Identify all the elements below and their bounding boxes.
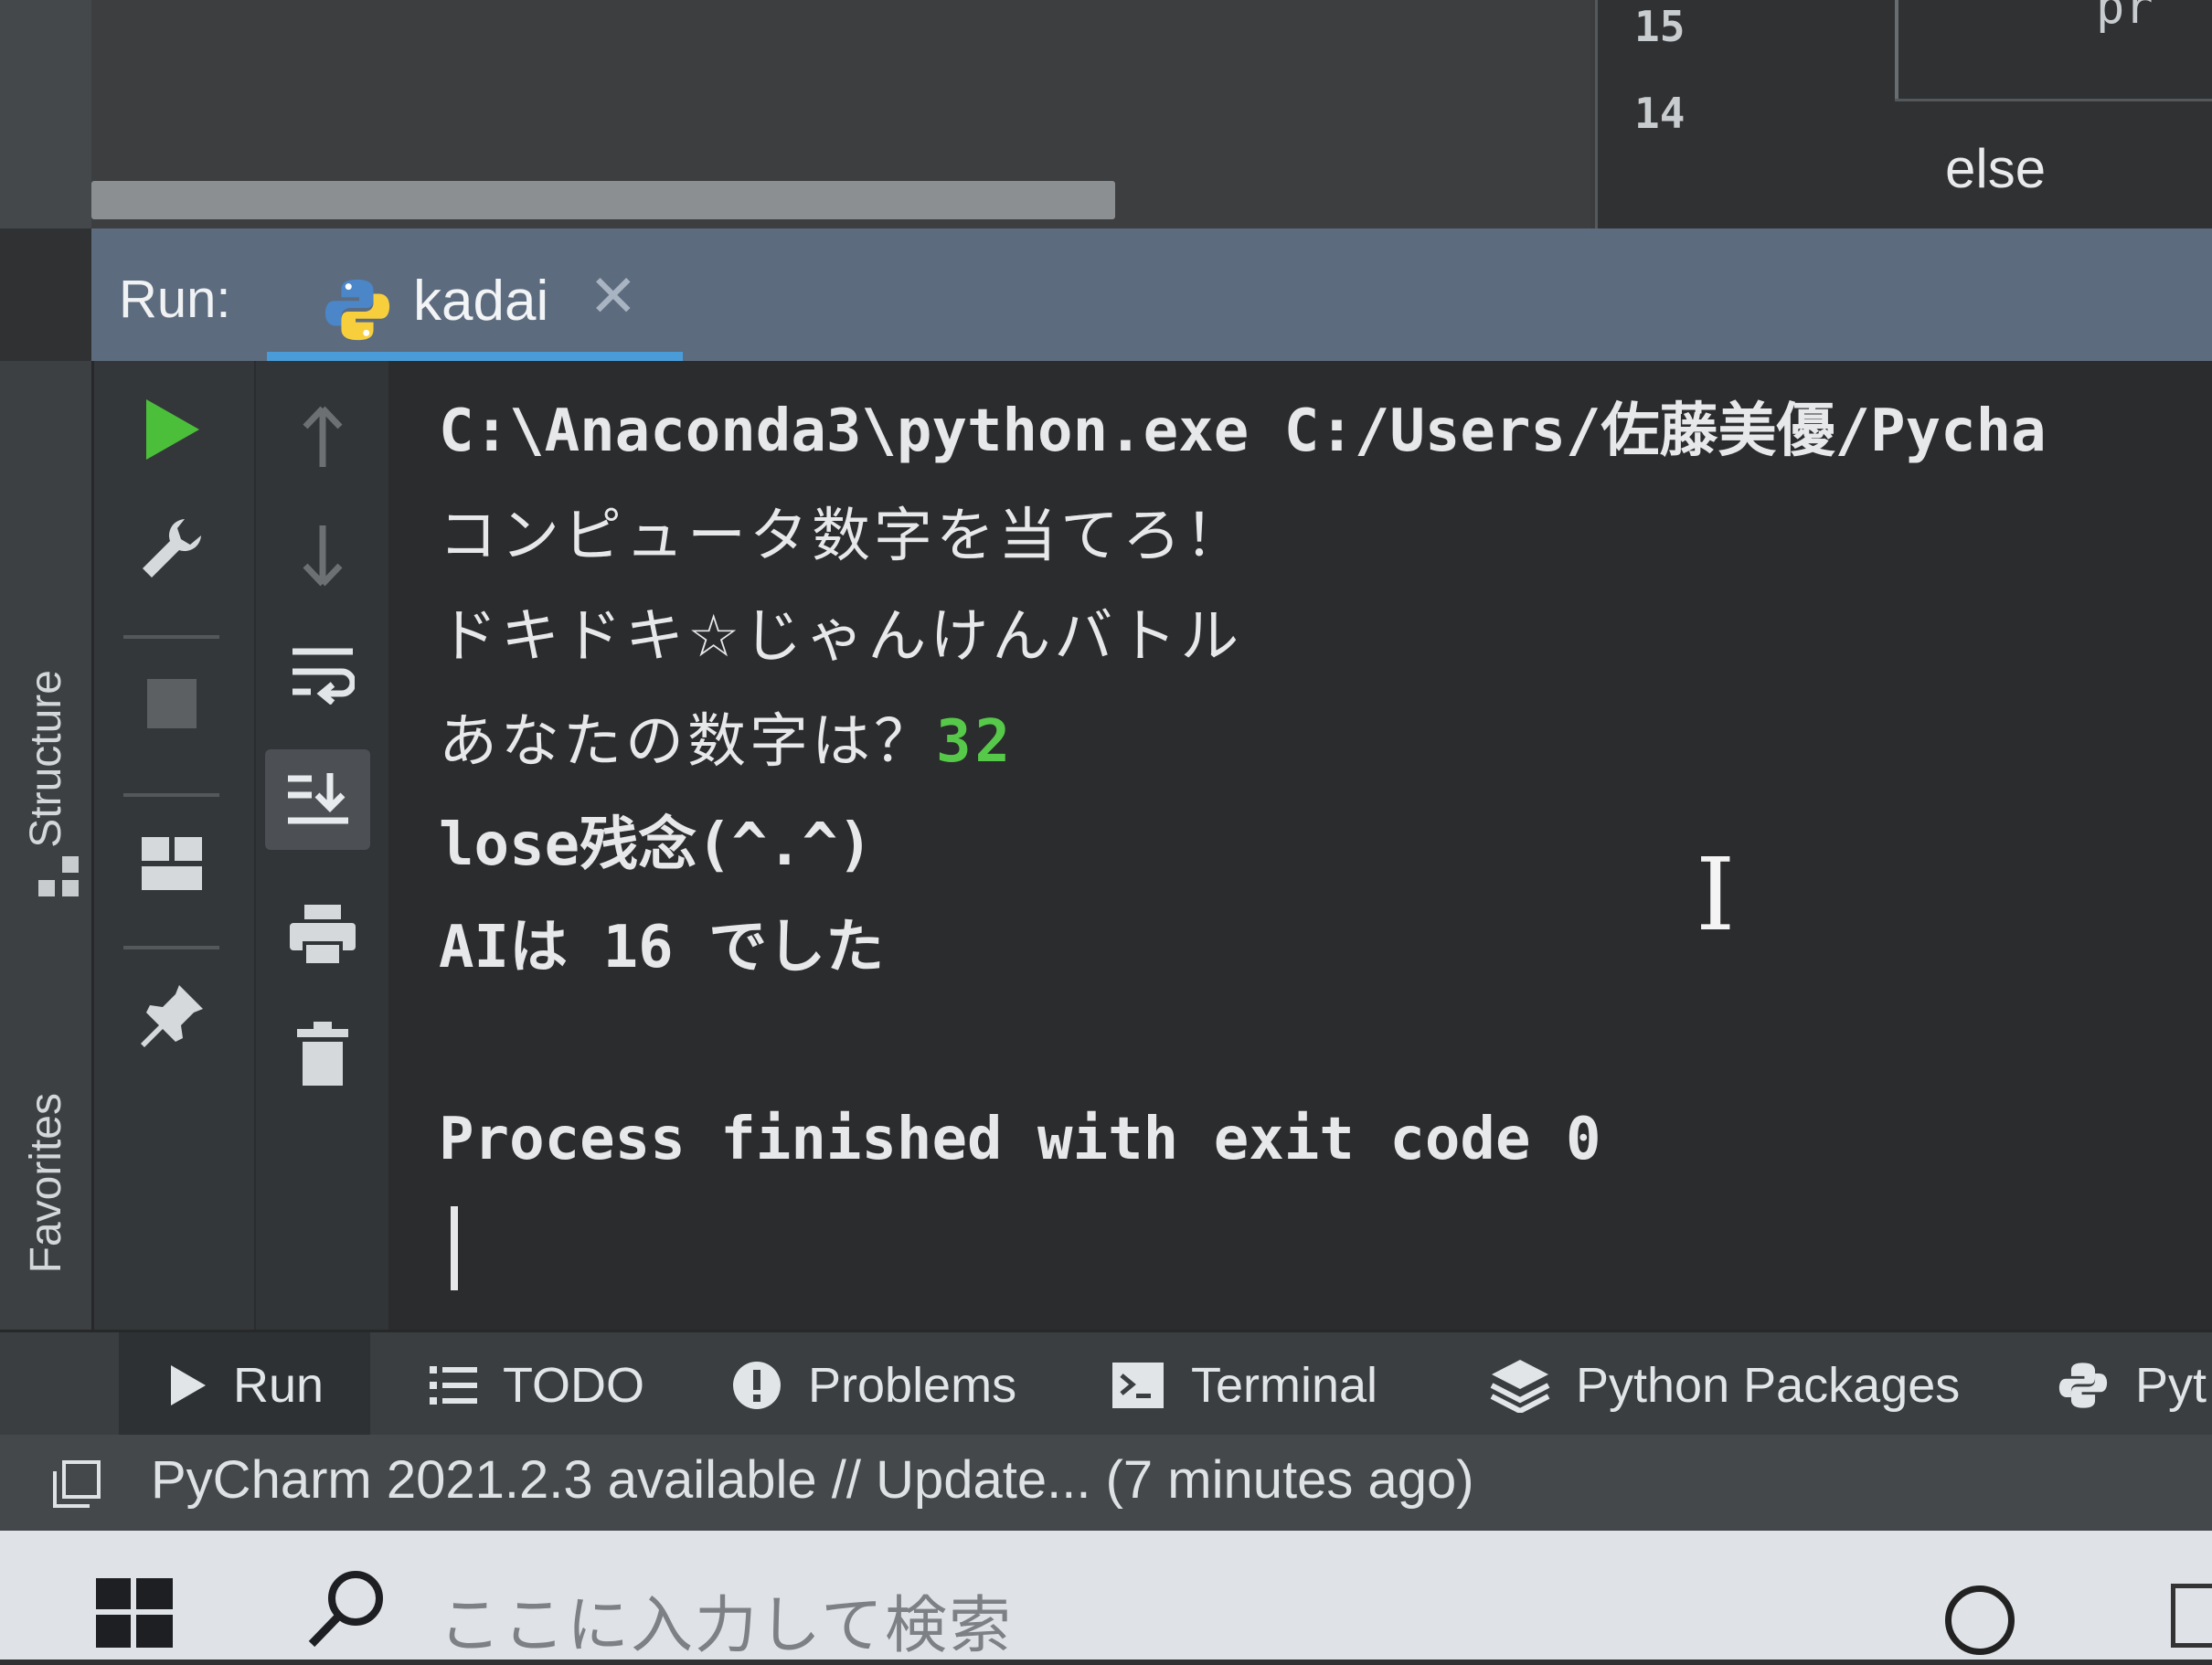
- console-prompt: あなたの数字は？: [439, 708, 936, 776]
- run-tab-label: kadai: [413, 270, 549, 333]
- print-button[interactable]: [283, 896, 361, 973]
- console-exit-message: Process finished with exit code 0: [439, 1106, 1601, 1173]
- list-icon: [430, 1364, 477, 1406]
- side-tool-strip: Structure Favorites ★: [0, 361, 94, 1631]
- console-output[interactable]: C:\Anaconda3\python.exe C:/Users/佐藤美優/Py…: [388, 361, 2212, 1330]
- task-view-icon[interactable]: [2171, 1584, 2212, 1648]
- stop-button[interactable]: [131, 663, 213, 745]
- side-tab-label: Favorites: [21, 1093, 70, 1274]
- tool-window-problems[interactable]: Problems: [731, 1332, 1016, 1437]
- scroll-to-end-icon: [287, 773, 348, 824]
- editor-area: 15 14 pr else: [0, 0, 2212, 228]
- line-number: 14: [1634, 89, 1686, 138]
- scroll-to-end-button[interactable]: [265, 749, 370, 850]
- editor-gutter-strip: [0, 0, 91, 228]
- pin-tab-button[interactable]: [131, 975, 213, 1057]
- stop-icon: [147, 679, 197, 728]
- layout-toggle-icon[interactable]: [53, 1460, 101, 1508]
- line-number: 15: [1634, 2, 1686, 51]
- console-command-line: C:\Anaconda3\python.exe C:/Users/佐藤美優/Py…: [439, 398, 2047, 465]
- editor-horizontal-scrollbar[interactable]: [91, 181, 1115, 219]
- play-icon: [169, 1363, 207, 1407]
- line-numbers: 15 14: [1634, 0, 1685, 157]
- arrow-down-icon: [302, 525, 343, 586]
- code-token-else: else: [1945, 138, 2047, 199]
- tool-window-python-console[interactable]: Pyt: [2057, 1332, 2207, 1437]
- printer-icon: [289, 904, 356, 967]
- gutter-divider: [1895, 99, 2212, 101]
- pin-icon: [141, 985, 203, 1047]
- structure-icon: [38, 856, 79, 896]
- layout-icon: [142, 837, 202, 890]
- toolbar-separator: [123, 635, 219, 639]
- run-toolbar-primary: [94, 361, 254, 1330]
- taskbar-search-input[interactable]: ここに入力して検索: [439, 1575, 1013, 1665]
- tool-window-todo[interactable]: TODO: [430, 1332, 644, 1437]
- cortana-icon[interactable]: [1945, 1585, 2015, 1655]
- console-line: あなたの数字は？32: [439, 695, 1014, 779]
- run-settings-button[interactable]: [131, 507, 213, 589]
- tool-window-label: Run: [233, 1357, 324, 1413]
- clear-all-button[interactable]: [283, 1014, 361, 1092]
- run-tab-kadai[interactable]: kadai ✕: [267, 247, 683, 361]
- run-toolbar-secondary: [254, 361, 388, 1330]
- arrow-up-icon: [302, 406, 343, 467]
- tool-window-bar: Run TODO Problems Terminal Python Packag…: [0, 1330, 2212, 1437]
- play-icon: [146, 399, 199, 460]
- tool-window-label: Problems: [808, 1357, 1017, 1413]
- update-notification[interactable]: PyCharm 2021.2.3 available // Update... …: [151, 1449, 1474, 1511]
- layout-button[interactable]: [131, 822, 213, 905]
- python-icon: [324, 279, 390, 341]
- rerun-button[interactable]: [131, 388, 213, 471]
- python-icon: [2057, 1359, 2110, 1412]
- text-caret: [451, 1206, 458, 1290]
- status-bar: PyCharm 2021.2.3 available // Update... …: [0, 1435, 2212, 1531]
- console-line: AIは 16 でした: [439, 914, 885, 981]
- console-user-input: 32: [936, 708, 1015, 776]
- run-panel-header: Run: kadai ✕: [91, 228, 2212, 361]
- console-line: lose残念(^.^): [439, 811, 873, 879]
- tool-window-label: Terminal: [1191, 1357, 1378, 1413]
- windows-taskbar: ここに入力して検索: [0, 1531, 2212, 1662]
- side-tab-label: Structure: [21, 669, 70, 848]
- tool-window-label: Pyt: [2135, 1357, 2207, 1413]
- alert-icon: [731, 1360, 782, 1411]
- soft-wrap-icon: [292, 648, 355, 705]
- close-icon[interactable]: ✕: [589, 263, 638, 331]
- tool-window-label: Python Packages: [1576, 1357, 1961, 1413]
- code-token: pr: [2096, 0, 2154, 35]
- toolbar-separator: [123, 946, 219, 949]
- tool-window-run[interactable]: Run: [119, 1332, 370, 1437]
- run-panel-label: Run:: [119, 270, 231, 329]
- trash-icon: [296, 1021, 348, 1086]
- windows-start-icon[interactable]: [96, 1578, 173, 1648]
- console-line: コンピュータ数字を当てろ！: [439, 503, 1247, 570]
- toolbar-separator: [123, 793, 219, 797]
- tool-window-python-packages[interactable]: Python Packages: [1490, 1332, 1960, 1437]
- console-line: ドキドキ☆じゃんけんバトル: [439, 603, 1243, 671]
- side-tab-favorites[interactable]: Favorites: [0, 1001, 91, 1366]
- up-button[interactable]: [283, 398, 361, 475]
- soft-wrap-button[interactable]: [283, 635, 361, 713]
- terminal-icon: [1111, 1361, 1165, 1410]
- search-icon[interactable]: [306, 1567, 388, 1649]
- down-button[interactable]: [283, 516, 361, 594]
- gutter-divider: [1895, 0, 1898, 101]
- editor-split-pane[interactable]: 15 14 pr else: [1595, 0, 2212, 228]
- tool-window-label: TODO: [503, 1357, 645, 1413]
- active-tab-indicator: [267, 352, 683, 361]
- tool-window-terminal[interactable]: Terminal: [1111, 1332, 1377, 1437]
- ibeam-cursor-icon: I: [1696, 836, 1736, 953]
- wrench-icon: [143, 519, 201, 578]
- layers-icon: [1490, 1358, 1550, 1413]
